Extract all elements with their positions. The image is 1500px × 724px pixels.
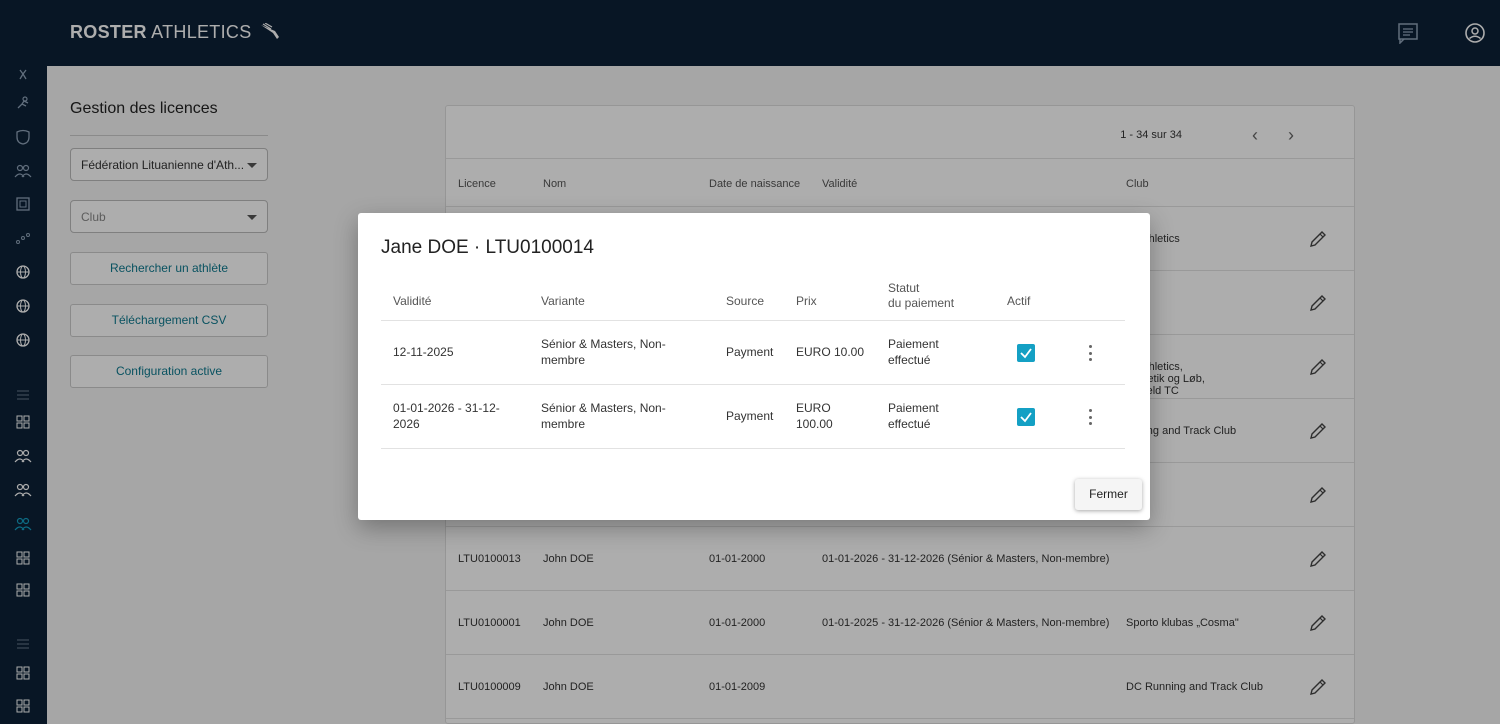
close-button[interactable]: Fermer <box>1075 479 1142 510</box>
column-header-actif: Actif <box>1007 294 1031 308</box>
more-vert-icon[interactable] <box>1087 343 1093 363</box>
validite-cell-line2: 2026 <box>393 417 420 431</box>
actif-checkbox[interactable] <box>1017 408 1035 426</box>
more-vert-icon[interactable] <box>1087 407 1093 427</box>
variante-cell-line2: membre <box>541 417 586 431</box>
column-header-statut-2: du paiement <box>888 296 955 310</box>
column-header-validite: Validité <box>393 294 432 308</box>
statut-cell-line1: Paiement <box>888 401 939 415</box>
statut-cell-line1: Paiement <box>888 337 939 351</box>
licence-row: 01-01-2026 - 31-12- 2026 Sénior & Master… <box>381 385 1125 449</box>
validite-cell: 12-11-2025 <box>393 345 454 359</box>
variante-cell-line1: Sénior & Masters, Non- <box>541 337 666 351</box>
source-cell: Payment <box>726 409 774 423</box>
licence-detail-dialog: Jane DOE · LTU0100014 Validité Variante … <box>358 213 1150 520</box>
licence-row: 12-11-2025 Sénior & Masters, Non- membre… <box>381 321 1125 385</box>
column-header-variante: Variante <box>541 294 585 308</box>
statut-cell-line2: effectué <box>888 353 931 367</box>
variante-cell-line2: membre <box>541 353 586 367</box>
prix-cell-line2: 100.00 <box>796 417 833 431</box>
prix-cell-line1: EURO <box>796 401 831 415</box>
dialog-title: Jane DOE · LTU0100014 <box>381 237 594 258</box>
prix-cell: EURO 10.00 <box>796 345 865 359</box>
validite-cell-line1: 01-01-2026 - 31-12- <box>393 401 500 415</box>
variante-cell-line1: Sénior & Masters, Non- <box>541 401 666 415</box>
column-header-statut-1: Statut <box>888 281 920 295</box>
column-header-prix: Prix <box>796 294 817 308</box>
actif-checkbox[interactable] <box>1017 344 1035 362</box>
statut-cell-line2: effectué <box>888 417 931 431</box>
column-header-source: Source <box>726 294 765 308</box>
dialog-table-header: Validité Variante Source Prix Statut du … <box>381 279 1125 321</box>
source-cell: Payment <box>726 345 774 359</box>
